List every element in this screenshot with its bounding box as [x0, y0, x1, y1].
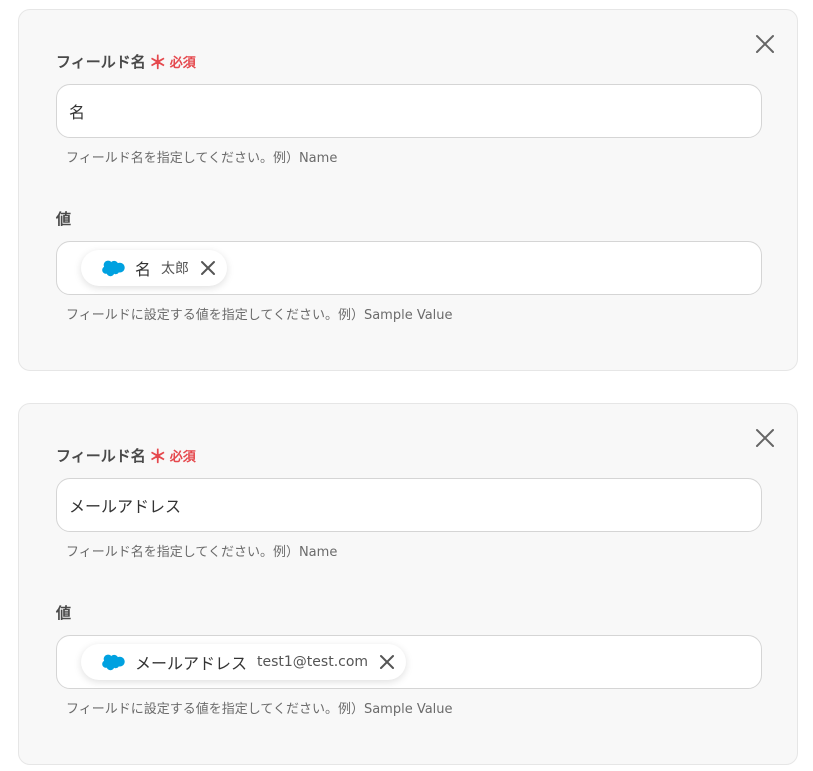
value-input[interactable]: メールアドレス test1@test.com: [56, 635, 762, 689]
field-name-label-text: フィールド名: [56, 447, 146, 465]
value-input[interactable]: 名 太郎: [56, 241, 762, 295]
field-name-label: フィールド名 ＊ 必須: [56, 445, 196, 466]
required-text: 必須: [169, 450, 196, 465]
close-icon[interactable]: [753, 426, 777, 450]
close-icon[interactable]: [753, 32, 777, 56]
required-text: 必須: [169, 56, 196, 71]
chip-label: メールアドレス: [135, 654, 248, 673]
value-hint: フィールドに設定する値を指定してください。例）Sample Value: [66, 308, 453, 323]
value-hint: フィールドに設定する値を指定してください。例）Sample Value: [66, 702, 453, 717]
chip-label: 名: [135, 260, 152, 279]
chip-remove-icon[interactable]: [199, 259, 217, 277]
required-asterisk: ＊: [148, 446, 167, 468]
required-asterisk: ＊: [148, 52, 167, 74]
value-label: 値: [56, 604, 72, 622]
field-name-hint: フィールド名を指定してください。例）Name: [66, 545, 338, 560]
field-card: フィールド名 ＊ 必須 フィールド名を指定してください。例）Name 値 名 太…: [18, 9, 798, 371]
salesforce-cloud-icon: [102, 654, 125, 671]
field-name-input[interactable]: [56, 84, 762, 138]
value-label: 値: [56, 210, 72, 228]
value-chip[interactable]: 名 太郎: [81, 250, 228, 286]
value-chip[interactable]: メールアドレス test1@test.com: [81, 644, 407, 680]
field-name-hint: フィールド名を指定してください。例）Name: [66, 151, 338, 166]
salesforce-cloud-icon: [102, 260, 125, 277]
chip-remove-icon[interactable]: [378, 653, 396, 671]
chip-value: test1@test.com: [257, 654, 369, 670]
chip-value: 太郎: [161, 261, 190, 277]
field-name-label: フィールド名 ＊ 必須: [56, 51, 196, 72]
field-name-label-text: フィールド名: [56, 53, 146, 71]
field-card: フィールド名 ＊ 必須 フィールド名を指定してください。例）Name 値 メール…: [18, 403, 798, 765]
field-name-input[interactable]: [56, 478, 762, 532]
